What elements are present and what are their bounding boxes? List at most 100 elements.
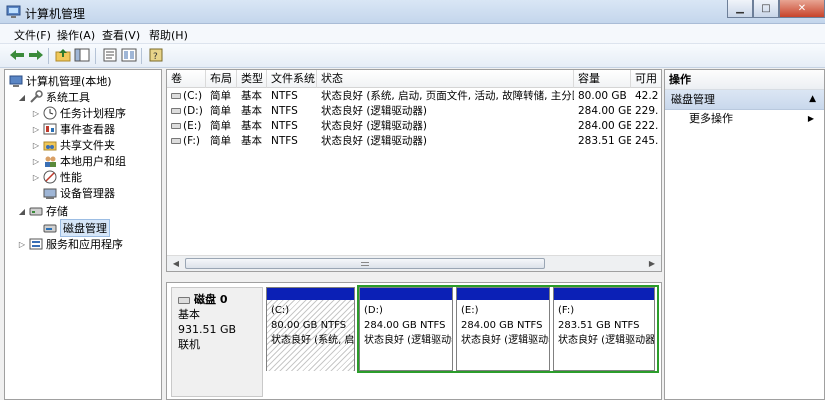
collapse-up-icon[interactable]: ▲ [809,90,816,109]
disk-graphical-view: 磁盘 0 基本 931.51 GB 联机 (C:) 80.00 GB NTFS … [166,282,662,400]
console-tree-button[interactable] [120,47,138,65]
maximize-icon: □ [761,3,771,14]
device-manager-icon [43,186,57,200]
tree-node-task-scheduler[interactable]: ▷ 任务计划程序 [31,105,126,121]
partition-status: 状态良好 (逻辑驱动器) [461,335,549,346]
actions-section-disk-management[interactable]: 磁盘管理 ▲ [665,90,824,110]
disk-name: 磁盘 0 [178,292,256,307]
collapse-icon[interactable]: ◢ [17,93,27,102]
tree-label-storage: 存储 [46,205,68,218]
tree-node-system-tools[interactable]: ◢ 系统工具 [17,89,90,105]
partition-label: (C:) [271,305,290,316]
more-actions-item[interactable]: 更多操作 ▶ [665,110,824,128]
horizontal-scrollbar[interactable]: ◀ ▶ [167,255,661,271]
table-row[interactable]: (C:) 简单 基本 NTFS 状态良好 (系统, 启动, 页面文件, 活动, … [167,89,661,104]
status-cell: 状态良好 (逻辑驱动器) [321,105,428,117]
expand-icon[interactable]: ▷ [31,141,41,150]
volume-list: 卷 布局 类型 文件系统 状态 容量 可用 (C:) 简单 基本 NTFS 状态… [166,69,662,272]
volume-cell: (E:) [167,119,206,134]
partition-f[interactable]: (F:) 283.51 GB NTFS 状态良好 (逻辑驱动器) [553,287,655,371]
partition-label: (E:) [461,305,479,316]
collapse-icon[interactable]: ◢ [17,207,27,216]
filesystem-cell: NTFS [271,90,298,102]
table-row[interactable]: (E:) 简单 基本 NTFS 状态良好 (逻辑驱动器) 284.00 GB 2… [167,119,661,134]
column-header-status[interactable]: 状态 [317,70,574,88]
show-hide-tree-icon [74,48,90,65]
drive-icon [171,138,181,144]
type-cell: 基本 [241,120,262,132]
console-tree: 计算机管理(本地) ◢ 系统工具 ▷ 任务计划程序 ▷ 事件查看器 ▷ 共享文件… [4,69,162,400]
close-button[interactable]: ✕ [779,0,825,18]
expand-icon[interactable]: ▷ [31,109,41,118]
menu-help[interactable]: 帮助(H) [149,27,188,43]
partition-status: 状态良好 (逻辑驱动器) [558,335,654,346]
tree-label-event-viewer: 事件查看器 [60,123,115,136]
help-button[interactable]: ? [147,47,165,65]
table-row[interactable]: (D:) 简单 基本 NTFS 状态良好 (逻辑驱动器) 284.00 GB 2… [167,104,661,119]
expand-icon[interactable]: ▷ [17,240,27,249]
actions-pane: 操作 磁盘管理 ▲ 更多操作 ▶ [664,69,825,400]
tree-node-services-apps[interactable]: ▷ 服务和应用程序 [17,236,123,252]
properties-icon [102,48,118,65]
tree-node-local-users[interactable]: ▷ 本地用户和组 [31,153,126,169]
tree-label-local-users: 本地用户和组 [60,155,126,168]
disk-info[interactable]: 磁盘 0 基本 931.51 GB 联机 [171,287,263,397]
column-header-layout[interactable]: 布局 [206,70,237,88]
maximize-button[interactable]: □ [753,0,779,18]
minimize-icon: ▁ [736,3,744,14]
minimize-button[interactable]: ▁ [727,0,753,18]
scroll-left-icon[interactable]: ◀ [169,258,183,270]
up-folder-icon [55,48,71,65]
partition-d[interactable]: (D:) 284.00 GB NTFS 状态良好 (逻辑驱动器) [359,287,453,371]
status-cell: 状态良好 (系统, 启动, 页面文件, 活动, 故障转储, 主分区) [321,90,574,102]
tree-node-storage[interactable]: ◢ 存储 [17,203,68,219]
list-header: 卷 布局 类型 文件系统 状态 容量 可用 [167,70,661,88]
partition-size: 80.00 GB NTFS [271,320,347,331]
expand-icon[interactable]: ▷ [31,157,41,166]
scroll-right-icon[interactable]: ▶ [645,258,659,270]
type-cell: 基本 [241,135,262,147]
column-header-free[interactable]: 可用 [631,70,661,88]
window-title: 计算机管理 [25,7,86,21]
drive-icon [171,108,181,114]
tree-label-root: 计算机管理(本地) [26,75,112,88]
layout-cell: 简单 [210,135,231,147]
back-button[interactable] [8,47,26,65]
up-level-button[interactable] [54,47,72,65]
disk-type: 基本 [178,308,200,321]
tree-node-device-manager[interactable]: 设备管理器 [41,185,115,201]
capacity-cell: 284.00 GB [578,105,631,117]
disk-management-icon [43,221,57,235]
forward-button[interactable] [27,47,45,65]
tree-node-shared-folders[interactable]: ▷ 共享文件夹 [31,137,115,153]
partition-band [554,288,654,300]
menu-file[interactable]: 文件(F) [14,27,51,43]
status-cell: 状态良好 (逻辑驱动器) [321,135,428,147]
tree-node-event-viewer[interactable]: ▷ 事件查看器 [31,121,115,137]
partition-e[interactable]: (E:) 284.00 GB NTFS 状态良好 (逻辑驱动器) [456,287,550,371]
expand-icon[interactable]: ▷ [31,125,41,134]
volume-cell: (C:) [167,89,206,104]
scroll-thumb[interactable] [185,258,545,269]
partition-c[interactable]: (C:) 80.00 GB NTFS 状态良好 (系统, 启 [266,287,355,371]
title-bar: 计算机管理 ▁ □ ✕ [0,0,825,24]
column-header-volume[interactable]: 卷 [167,70,206,88]
actions-header: 操作 [665,70,824,90]
tree-label-services-apps: 服务和应用程序 [46,238,123,251]
menu-action[interactable]: 操作(A) [57,27,95,43]
volume-cell: (D:) [167,104,206,119]
menu-view[interactable]: 查看(V) [102,27,140,43]
properties-button[interactable] [101,47,119,65]
tree-node-root[interactable]: 计算机管理(本地) [7,73,112,89]
more-actions-label: 更多操作 [689,112,733,125]
tree-node-disk-management[interactable]: 磁盘管理 [41,219,110,237]
table-row[interactable]: (F:) 简单 基本 NTFS 状态良好 (逻辑驱动器) 283.51 GB 2… [167,134,661,149]
expand-icon[interactable]: ▷ [31,173,41,182]
column-header-capacity[interactable]: 容量 [574,70,631,88]
show-hide-tree-button[interactable] [73,47,91,65]
layout-cell: 简单 [210,90,231,102]
column-header-filesystem[interactable]: 文件系统 [267,70,317,88]
tree-node-performance[interactable]: ▷ 性能 [31,169,82,185]
column-header-type[interactable]: 类型 [237,70,267,88]
performance-icon [43,170,57,184]
